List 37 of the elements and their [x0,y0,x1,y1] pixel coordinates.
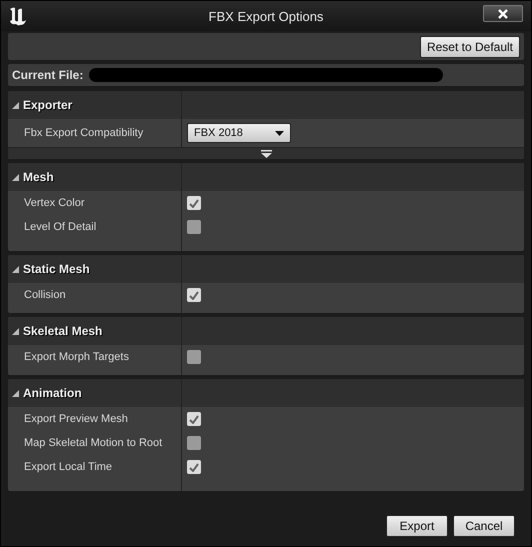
advanced-toggle[interactable] [8,147,524,159]
close-button[interactable] [483,5,523,22]
property-label: Export Preview Mesh [24,413,128,425]
reset-button[interactable]: Reset to Default [420,36,520,58]
category-title[interactable]: Mesh [23,170,54,184]
property-label: Map Skeletal Motion to Root [24,437,162,449]
expand-arrow-icon[interactable] [12,328,19,334]
expand-arrow-icon [260,150,272,158]
current-file-label: Current File: [12,68,84,82]
expand-arrow-icon[interactable] [12,390,19,396]
category-title[interactable]: Exporter [23,98,72,112]
export-button[interactable]: Export [386,515,448,537]
category-title[interactable]: Skeletal Mesh [23,324,102,338]
checkbox[interactable] [187,288,201,302]
property-label: Level Of Detail [24,221,96,233]
close-icon [498,8,508,18]
expand-arrow-icon[interactable] [12,102,19,108]
checkbox[interactable] [187,436,201,450]
compatibility-dropdown[interactable]: FBX 2018 [187,123,291,143]
category-title[interactable]: Static Mesh [23,262,90,276]
category-title[interactable]: Animation [23,386,82,400]
window-title: FBX Export Options [208,8,324,24]
property-label: Export Morph Targets [24,351,129,363]
property-label: Vertex Color [24,197,85,209]
checkbox[interactable] [187,220,201,234]
checkbox[interactable] [187,412,201,426]
checkbox[interactable] [187,460,201,474]
property-label: Export Local Time [24,461,112,473]
checkbox[interactable] [187,196,201,210]
checkbox[interactable] [187,350,201,364]
logo-icon [7,5,29,27]
caret-icon [275,130,284,136]
cancel-button[interactable]: Cancel [453,515,515,537]
expand-arrow-icon[interactable] [12,266,19,272]
property-label: Collision [24,289,66,301]
property-label: Fbx Export Compatibility [24,127,144,139]
expand-arrow-icon[interactable] [12,174,19,180]
